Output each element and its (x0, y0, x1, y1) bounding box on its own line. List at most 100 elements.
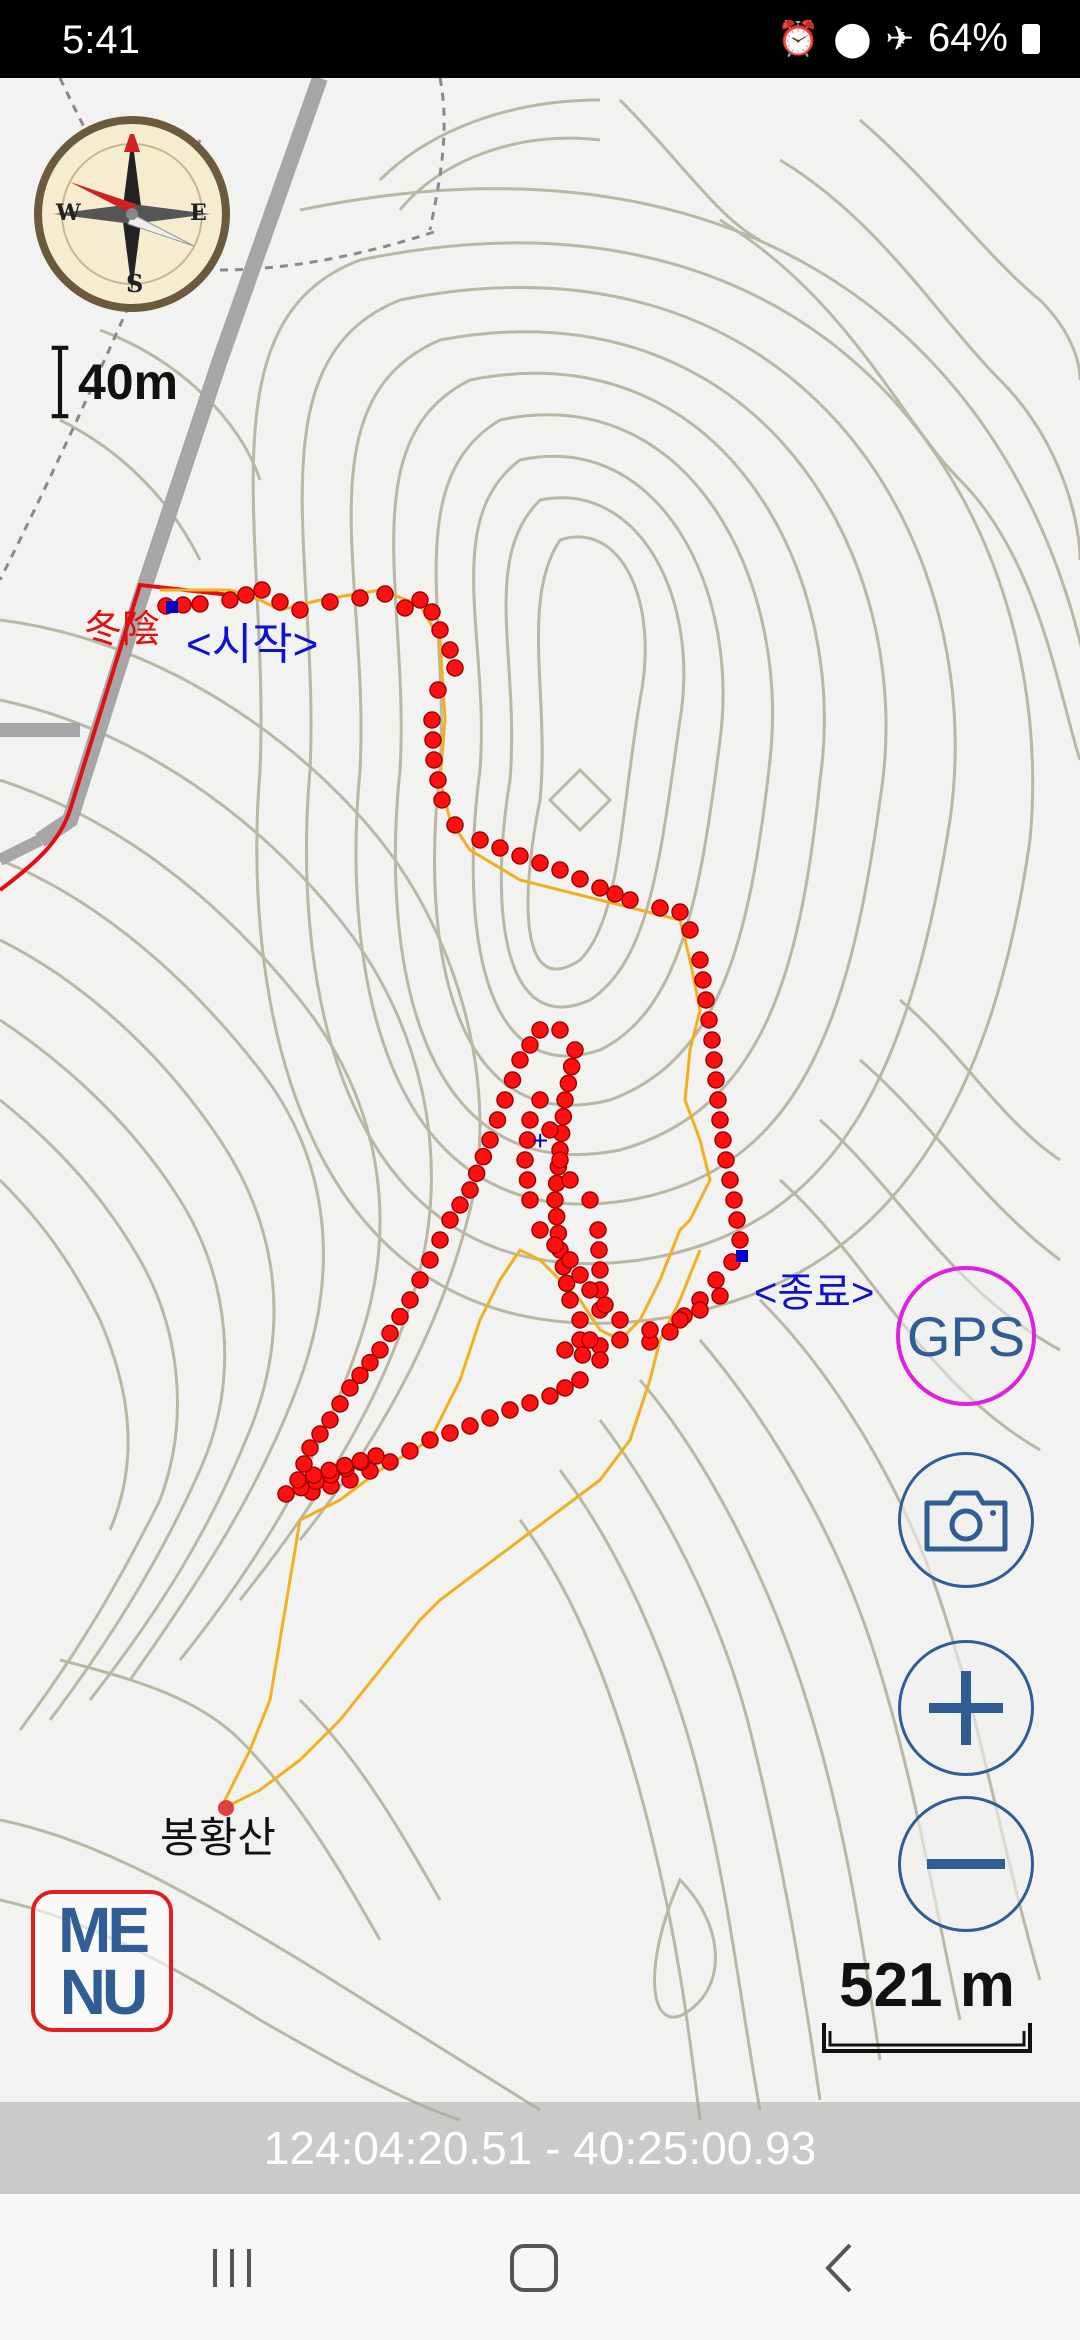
track-point (546, 1236, 564, 1254)
track-point (351, 589, 369, 607)
track-point (425, 751, 443, 769)
track-point (551, 1151, 569, 1169)
track-point (547, 1207, 566, 1226)
track-point (541, 1387, 559, 1405)
track-point (336, 1456, 354, 1475)
track-point (320, 1461, 338, 1480)
battery-icon (1022, 23, 1040, 54)
zoom-in-button[interactable] (898, 1640, 1034, 1776)
track-point (611, 1311, 629, 1329)
track-point (711, 1287, 729, 1305)
track-point (491, 839, 509, 857)
track-point (707, 1071, 725, 1089)
svg-text:S: S (126, 269, 143, 298)
track-point (441, 1211, 459, 1229)
status-icons: ⏰ ⬤ ✈ 64% (777, 16, 1040, 61)
track-point (289, 1471, 307, 1489)
coordinate-readout: 124:04:20.51 - 40:25:00.93 (263, 2122, 817, 2174)
track-point (590, 1241, 608, 1259)
track-point (481, 1131, 499, 1149)
track-point (429, 771, 447, 789)
track-point (311, 1425, 329, 1443)
track-point (424, 731, 442, 749)
track-point (321, 1411, 339, 1429)
track-point (511, 847, 529, 865)
track-point (481, 1409, 499, 1427)
track-point (606, 885, 624, 903)
track-point (561, 1171, 579, 1189)
track-point (401, 1442, 419, 1460)
menu-button[interactable]: ME NU (31, 1890, 173, 2032)
track-point (461, 1181, 479, 1199)
track-point (253, 581, 271, 599)
track-point (511, 1051, 529, 1069)
location-icon: ⬤ (833, 19, 872, 58)
status-bar: 5:41 ⏰ ⬤ ✈ 64% (0, 0, 1080, 78)
track-point (467, 1164, 486, 1183)
track-point (401, 1291, 419, 1309)
track-point (441, 1424, 459, 1442)
track-point (571, 1311, 589, 1329)
airplane-icon: ✈ (885, 19, 914, 58)
camera-button[interactable] (898, 1452, 1034, 1588)
gps-button[interactable]: GPS (896, 1266, 1036, 1406)
track-point (571, 1371, 589, 1389)
track-point (591, 1261, 609, 1279)
track-point (709, 1091, 727, 1109)
track-point (691, 951, 709, 969)
track-point (474, 1147, 493, 1166)
track-point (381, 1324, 399, 1343)
track-point (376, 585, 394, 603)
gps-track (157, 581, 749, 1503)
plus-icon (929, 1671, 1003, 1745)
track-point (703, 1031, 721, 1049)
track-point (705, 1051, 723, 1069)
track-point (531, 854, 549, 872)
track-point (700, 1011, 718, 1029)
track-point (581, 1191, 599, 1209)
track-point (431, 621, 449, 639)
track-point (581, 1281, 599, 1299)
track-point (556, 1091, 574, 1109)
track-point (546, 1191, 564, 1209)
alarm-icon: ⏰ (777, 19, 820, 58)
end-label: <종료> (754, 1271, 875, 1315)
track-point (451, 1196, 469, 1214)
scale-ruler-icon (822, 2023, 1032, 2053)
track-point (321, 593, 339, 611)
coordinate-bar: 124:04:20.51 - 40:25:00.93 (0, 2102, 1080, 2194)
track-point (731, 1231, 749, 1249)
track-point (446, 659, 464, 677)
track-point (391, 1307, 409, 1326)
track-point (411, 591, 429, 609)
track-point (571, 870, 589, 888)
track-point (611, 1331, 629, 1349)
track-point (501, 1401, 519, 1419)
track-point (641, 1321, 659, 1339)
recent-apps-button[interactable] (172, 2230, 292, 2306)
track-point (351, 1452, 370, 1470)
zoom-out-button[interactable] (898, 1796, 1034, 1932)
menu-label-line1: ME (58, 1894, 150, 1966)
track-point (521, 1394, 539, 1412)
track-point (503, 1071, 522, 1089)
track-point (441, 641, 459, 659)
minus-icon (927, 1859, 1005, 1869)
home-button[interactable] (474, 2230, 594, 2306)
track-point (589, 1221, 607, 1239)
track-point (573, 1346, 592, 1364)
track-point (556, 1379, 574, 1397)
position-cross: + (532, 1125, 548, 1156)
svg-text:W: W (55, 200, 81, 226)
track-point (559, 1074, 578, 1093)
track-point (681, 921, 699, 939)
track-point (433, 791, 451, 809)
back-button[interactable] (780, 2230, 900, 2306)
track-point (521, 1191, 539, 1209)
track-point (531, 1091, 549, 1109)
track-point (561, 1291, 579, 1309)
track-point (671, 1311, 689, 1329)
track-point (221, 591, 239, 609)
track-point (488, 1111, 507, 1129)
compass[interactable]: S E W (30, 112, 234, 316)
